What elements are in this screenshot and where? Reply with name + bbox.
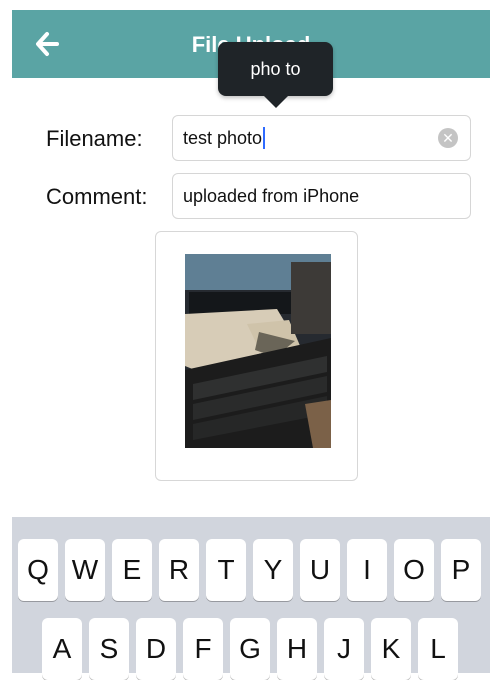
autocorrect-suggestion[interactable]: pho to	[218, 42, 333, 108]
clear-icon[interactable]: ✕	[438, 128, 458, 148]
on-screen-keyboard: Q W E R T Y U I O P A S D F G H J K L	[12, 517, 490, 680]
key-k[interactable]: K	[371, 618, 411, 680]
image-preview-card	[155, 231, 358, 481]
text-caret	[263, 127, 266, 149]
comment-field[interactable]: uploaded from iPhone	[172, 173, 471, 219]
filename-label: Filename:	[46, 126, 143, 151]
key-l[interactable]: L	[418, 618, 458, 680]
key-r[interactable]: R	[159, 539, 199, 601]
key-w[interactable]: W	[65, 539, 105, 601]
key-q[interactable]: Q	[18, 539, 58, 601]
key-h[interactable]: H	[277, 618, 317, 680]
key-y[interactable]: Y	[253, 539, 293, 601]
key-e[interactable]: E	[112, 539, 152, 601]
key-i[interactable]: I	[347, 539, 387, 601]
status-bar-area	[0, 0, 490, 10]
key-g[interactable]: G	[230, 618, 270, 680]
key-p[interactable]: P	[441, 539, 481, 601]
key-u[interactable]: U	[300, 539, 340, 601]
filename-field[interactable]: test photo ✕	[172, 115, 471, 161]
uploaded-photo	[185, 254, 331, 448]
key-f[interactable]: F	[183, 618, 223, 680]
key-j[interactable]: J	[324, 618, 364, 680]
filename-value: test photo	[183, 127, 263, 148]
key-d[interactable]: D	[136, 618, 176, 680]
comment-value: uploaded from iPhone	[183, 185, 360, 206]
suggestion-text: pho to	[250, 58, 301, 79]
key-o[interactable]: O	[394, 539, 434, 601]
key-s[interactable]: S	[89, 618, 129, 680]
key-a[interactable]: A	[42, 618, 82, 680]
comment-label: Comment:	[46, 184, 148, 209]
key-t[interactable]: T	[206, 539, 246, 601]
